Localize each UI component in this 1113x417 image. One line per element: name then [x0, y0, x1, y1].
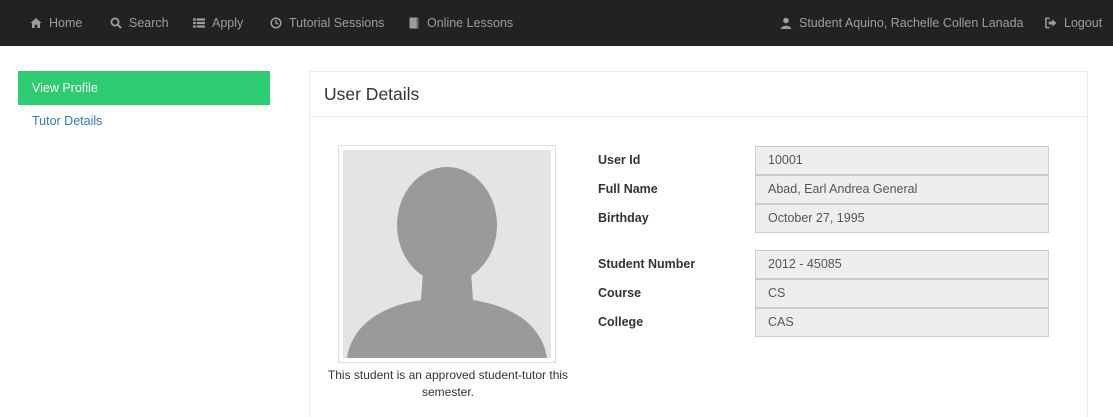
student-number-label: Student Number	[598, 257, 696, 271]
full-name-field: Abad, Earl Andrea General	[755, 175, 1049, 204]
sidebar-item-view-profile[interactable]: View Profile	[18, 71, 270, 105]
student-number-field: 2012 - 45085	[755, 250, 1049, 279]
nav-tutorial-sessions[interactable]: Tutorial Sessions	[270, 0, 384, 46]
nav-home-label: Home	[49, 16, 83, 30]
logout-icon	[1045, 17, 1057, 29]
avatar-placeholder-icon	[343, 150, 551, 358]
clock-icon	[270, 17, 282, 29]
user-id-field: 10001	[755, 146, 1049, 175]
search-icon	[110, 17, 122, 29]
home-icon	[30, 17, 42, 29]
nav-apply[interactable]: Apply	[193, 0, 243, 46]
full-name-label: Full Name	[598, 182, 658, 196]
birthday-label: Birthday	[598, 211, 649, 225]
photo-caption: This student is an approved student-tuto…	[327, 368, 569, 399]
nav-tutorial-sessions-label: Tutorial Sessions	[289, 16, 385, 30]
college-label: College	[598, 315, 644, 329]
nav-apply-label: Apply	[212, 16, 244, 30]
nav-online-lessons[interactable]: Online Lessons	[408, 0, 513, 46]
profile-photo	[338, 145, 556, 363]
nav-user-label: Student Aquino, Rachelle Collen Lanada	[799, 16, 1024, 30]
nav-online-lessons-label: Online Lessons	[427, 16, 514, 30]
sidebar-item-tutor-details[interactable]: Tutor Details	[18, 105, 270, 137]
nav-home[interactable]: Home	[30, 0, 82, 46]
nav-logout[interactable]: Logout	[1045, 0, 1102, 46]
top-navbar: Home Search Apply Tutorial Sessions Onli…	[0, 0, 1113, 46]
college-field: CAS	[755, 308, 1049, 337]
nav-user[interactable]: Student Aquino, Rachelle Collen Lanada	[780, 0, 1023, 46]
list-icon	[193, 17, 205, 29]
panel-title: User Details	[310, 72, 1087, 117]
nav-search-label: Search	[129, 16, 169, 30]
nav-search[interactable]: Search	[110, 0, 169, 46]
nav-logout-label: Logout	[1064, 16, 1103, 30]
course-field: CS	[755, 279, 1049, 308]
user-icon	[780, 17, 792, 29]
course-label: Course	[598, 286, 642, 300]
user-id-label: User Id	[598, 153, 641, 167]
sidebar: View Profile Tutor Details	[18, 71, 270, 137]
book-icon	[408, 17, 420, 29]
birthday-field: October 27, 1995	[755, 204, 1049, 233]
